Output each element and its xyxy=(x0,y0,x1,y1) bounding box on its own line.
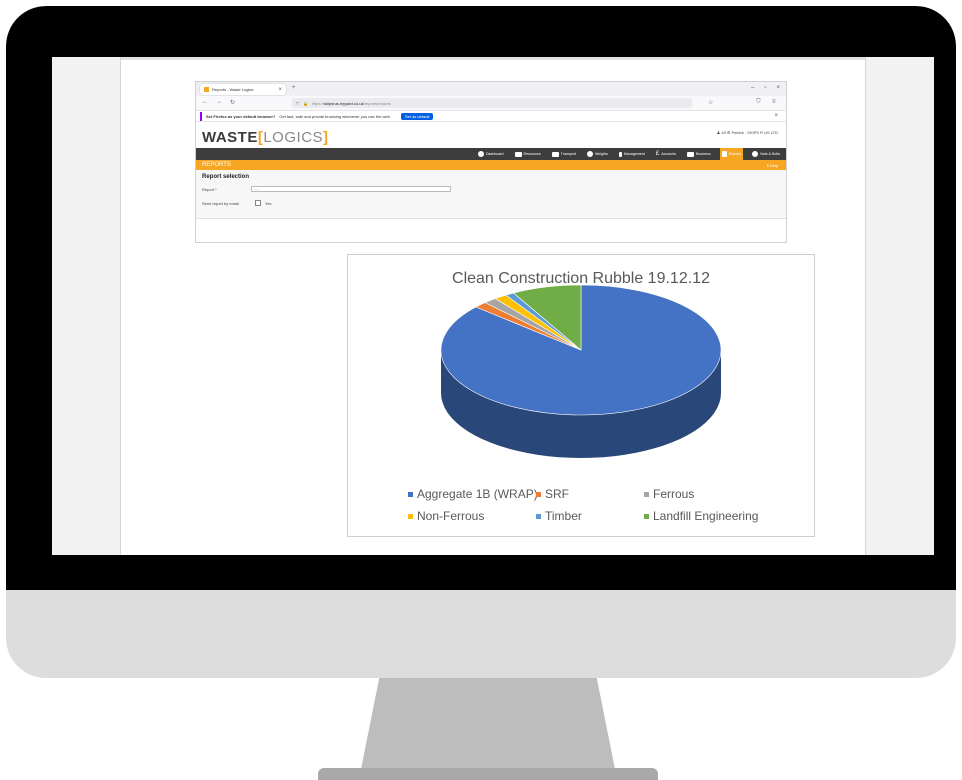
report-select[interactable]: ----- xyxy=(250,186,451,192)
chart-title: Clean Construction Rubble 19.12.12 xyxy=(452,270,710,287)
legend-marker-0 xyxy=(408,492,413,497)
nav-weights[interactable]: Weights xyxy=(585,148,610,160)
monitor: Reports - Waste Logics × + – ▫ × ← → ↻ ⛉… xyxy=(6,6,956,678)
chart-card: Clean Construction Rubble 19.12.12 Aggre… xyxy=(347,254,815,537)
nav-reports[interactable]: Reports xyxy=(719,148,744,160)
pound-icon: £ xyxy=(655,151,660,157)
nav-accounts[interactable]: £ Accounts xyxy=(654,148,678,160)
tab-close-icon[interactable]: × xyxy=(278,87,282,93)
waste-logics-site: WASTE[LOGICS] ♟ 45 ⚙ Patrick . SKIPS R U… xyxy=(196,122,786,242)
browser-tab[interactable]: Reports - Waste Logics × xyxy=(200,84,286,95)
legend-marker-2 xyxy=(644,492,649,497)
notification-close-icon[interactable]: × xyxy=(774,113,778,119)
notification-title: Set Firefox as your default browser? xyxy=(206,113,276,119)
grid-icon xyxy=(514,151,522,157)
legend-label-4: Timber xyxy=(545,509,582,523)
tab-title: Reports - Waste Logics xyxy=(212,87,254,92)
ruler xyxy=(121,57,865,60)
url-bar[interactable]: ⛉ 🔒 https://skipsrus.myyard.co.uk/report… xyxy=(292,98,692,108)
legend-marker-4 xyxy=(536,514,541,519)
monitor-stand xyxy=(358,678,618,780)
tab-strip: Reports - Waste Logics × + – ▫ × xyxy=(196,82,786,96)
help-link[interactable]: ℹ Help xyxy=(767,163,778,168)
email-option-label: Yes xyxy=(264,200,272,206)
bookmark-star-icon[interactable]: ☆ xyxy=(708,99,713,106)
close-window-button[interactable]: × xyxy=(776,85,780,91)
browser-toolbar: ← → ↻ ⛉ 🔒 https://skipsrus.myyard.co.uk/… xyxy=(196,96,786,110)
window-controls: – ▫ × xyxy=(751,85,780,91)
nav-business[interactable]: Business xyxy=(685,148,713,160)
notification-text: Get fast, safe and private browsing when… xyxy=(279,113,391,119)
browser-window: Reports - Waste Logics × + – ▫ × ← → ↻ ⛉… xyxy=(195,81,787,243)
set-default-button[interactable]: Set as default xyxy=(400,112,434,120)
legend-marker-3 xyxy=(408,514,413,519)
section-title: REPORTS xyxy=(202,162,231,168)
document-icon xyxy=(721,151,727,157)
legend-label-5: Landfill Engineering xyxy=(653,509,758,523)
back-icon[interactable]: ← xyxy=(202,99,208,105)
monitor-stand-base xyxy=(318,768,658,780)
shield-icon: ⛉ xyxy=(296,100,299,106)
reload-icon[interactable]: ↻ xyxy=(230,99,235,106)
legend-label-3: Non-Ferrous xyxy=(417,509,484,523)
new-tab-button[interactable]: + xyxy=(292,85,296,91)
default-browser-notification: Set Firefox as your default browser? Get… xyxy=(196,110,786,122)
pie-chart: Clean Construction Rubble 19.12.12 Aggre… xyxy=(408,270,758,523)
nav-nuts-bolts[interactable]: Nuts & Bolts xyxy=(750,148,782,160)
forward-icon[interactable]: → xyxy=(216,99,222,105)
minimize-button[interactable]: – xyxy=(751,85,754,91)
report-selection-form: Report selection Report * ----- Send rep… xyxy=(196,170,786,219)
legend-label-2: Ferrous xyxy=(653,487,694,501)
email-label: Send report by email xyxy=(202,200,239,206)
account-info[interactable]: ♟ 45 ⚙ Patrick . SKIPS R US LTD xyxy=(717,130,778,135)
lock-icon: 🔒 xyxy=(303,100,308,106)
briefcase-icon xyxy=(687,151,695,157)
legend-label-1: SRF xyxy=(545,487,569,501)
document-gutter-right xyxy=(865,57,934,555)
document-gutter-left xyxy=(52,57,121,555)
truck-icon xyxy=(551,151,559,157)
form-title: Report selection xyxy=(202,174,250,180)
maximize-button[interactable]: ▫ xyxy=(764,85,766,91)
section-header: REPORTS ℹ Help xyxy=(196,160,786,170)
favicon-icon xyxy=(204,87,209,92)
nav-management[interactable]: Management xyxy=(617,148,647,160)
menu-icon[interactable]: ≡ xyxy=(772,99,776,105)
monitor-screen: Reports - Waste Logics × + – ▫ × ← → ↻ ⛉… xyxy=(52,57,934,555)
nav-resources[interactable]: Resources xyxy=(513,148,543,160)
nav-transport[interactable]: Transport xyxy=(550,148,578,160)
report-label: Report * xyxy=(202,186,217,192)
main-nav: Dashboard Resources Transport Weights Ma… xyxy=(196,148,786,160)
email-row: Send report by email Yes xyxy=(202,200,271,206)
nav-dashboard[interactable]: Dashboard xyxy=(476,148,506,160)
gear-icon xyxy=(752,151,759,157)
document-page: Reports - Waste Logics × + – ▫ × ← → ↻ ⛉… xyxy=(121,57,865,555)
speedometer-icon xyxy=(477,151,484,157)
url-text: https://skipsrus.myyard.co.uk/reports/re… xyxy=(311,100,391,106)
legend-marker-5 xyxy=(644,514,649,519)
pocket-icon[interactable]: ⛉ xyxy=(756,99,761,106)
legend-label-0: Aggregate 1B (WRAP) xyxy=(417,487,538,501)
email-checkbox[interactable] xyxy=(254,200,261,206)
scale-icon xyxy=(586,151,593,157)
waste-logics-logo[interactable]: WASTE[LOGICS] xyxy=(202,129,329,146)
person-icon xyxy=(618,151,622,157)
legend-marker-1 xyxy=(536,492,541,497)
notification-accent xyxy=(200,111,202,121)
pie-slices xyxy=(440,284,722,416)
chart-legend: Aggregate 1B (WRAP) SRF Ferrous Non-Ferrous… xyxy=(408,487,758,523)
report-row: Report * ----- xyxy=(202,186,451,192)
